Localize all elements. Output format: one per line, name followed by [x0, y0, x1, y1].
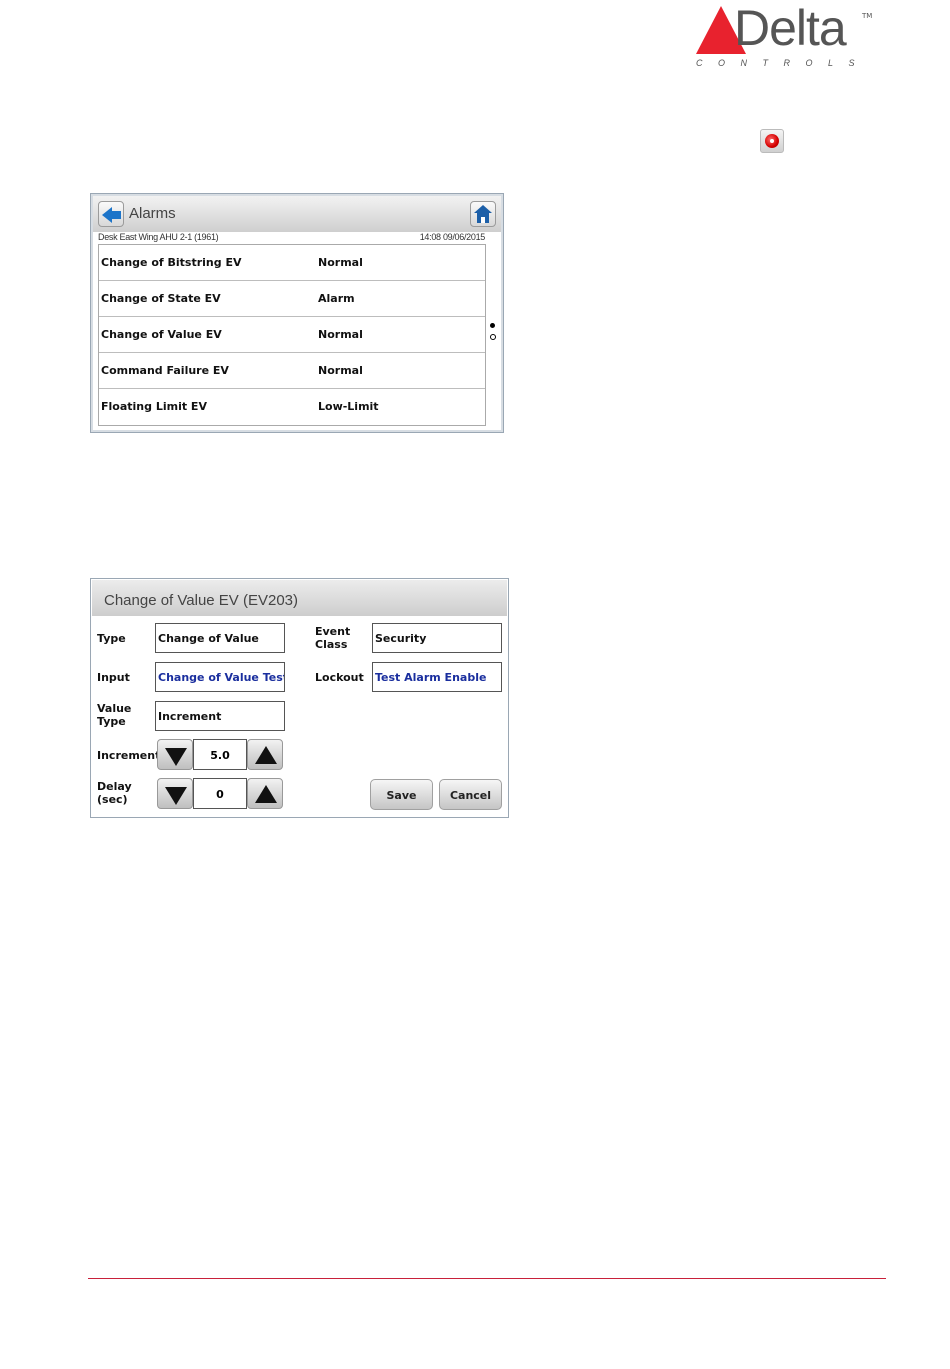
delta-controls-logo: Delta TM CONTROLS — [694, 0, 874, 70]
increment-value[interactable]: 5.0 — [193, 739, 247, 770]
alarm-name: Change of Bitstring EV — [101, 256, 242, 269]
save-button[interactable]: Save — [370, 779, 433, 810]
alarm-state: Low-Limit — [318, 400, 379, 413]
input-field[interactable]: Change of Value Test A — [155, 662, 285, 692]
event-header: Change of Value EV (EV203) — [92, 580, 507, 616]
delay-increase-button[interactable] — [247, 778, 283, 809]
alarms-subheader: Desk East Wing AHU 2-1 (1961) 14:08 09/0… — [98, 232, 485, 244]
page-title: Change of Value EV (EV203) — [104, 592, 299, 609]
alarm-row-4[interactable]: Floating Limit EV Low-Limit — [99, 389, 485, 425]
alarm-state: Normal — [318, 256, 363, 269]
increment-decrease-button[interactable] — [157, 739, 193, 770]
logo-subtitle: CONTROLS — [696, 58, 871, 68]
alarm-row-3[interactable]: Command Failure EV Normal — [99, 353, 485, 389]
alarms-header: Alarms — [93, 196, 501, 232]
footer-divider — [88, 1278, 886, 1279]
delay-label: Delay (sec) — [97, 780, 132, 806]
logo-word: Delta — [734, 0, 847, 56]
value-type-label-line2: Type — [97, 715, 126, 728]
lockout-field[interactable]: Test Alarm Enable — [372, 662, 502, 692]
event-class-label-line2: Class — [315, 638, 348, 651]
alarm-name: Floating Limit EV — [101, 400, 207, 413]
home-icon — [474, 205, 492, 213]
increment-stepper: 5.0 — [157, 739, 283, 770]
back-button[interactable] — [98, 201, 124, 227]
alarm-row-0[interactable]: Change of Bitstring EV Normal — [99, 245, 485, 281]
triangle-down-icon — [165, 787, 187, 805]
delay-value[interactable]: 0 — [193, 778, 247, 809]
triangle-up-icon — [255, 746, 277, 764]
lockout-label: Lockout — [315, 671, 364, 684]
type-label: Type — [97, 632, 126, 645]
alarm-row-1[interactable]: Change of State EV Alarm — [99, 281, 485, 317]
datetime: 14:08 09/06/2015 — [419, 232, 486, 242]
delay-label-line2: (sec) — [97, 793, 128, 806]
alarm-row-2[interactable]: Change of Value EV Normal — [99, 317, 485, 353]
value-type-field[interactable]: Increment — [155, 701, 285, 731]
alarm-name: Change of Value EV — [101, 328, 222, 341]
alarm-indicator-icon — [760, 129, 784, 153]
alarms-list: Change of Bitstring EV Normal Change of … — [98, 244, 486, 426]
event-class-field[interactable]: Security — [372, 623, 502, 653]
home-button[interactable] — [470, 201, 496, 227]
delay-stepper: 0 — [157, 778, 283, 809]
alarms-screen: Alarms Desk East Wing AHU 2-1 (1961) 14:… — [90, 193, 504, 433]
event-class-label-line1: Event — [315, 625, 351, 638]
type-field[interactable]: Change of Value — [155, 623, 285, 653]
input-label: Input — [97, 671, 130, 684]
alarm-name: Command Failure EV — [101, 364, 229, 377]
alarm-state: Normal — [318, 328, 363, 341]
delay-label-line1: Delay — [97, 780, 132, 793]
alarm-state: Alarm — [318, 292, 355, 305]
event-editor-screen: Change of Value EV (EV203) Type Change o… — [90, 578, 509, 818]
page-title: Alarms — [129, 205, 176, 222]
alarm-name: Change of State EV — [101, 292, 221, 305]
delay-decrease-button[interactable] — [157, 778, 193, 809]
page-indicator[interactable] — [489, 322, 497, 342]
event-class-label: Event Class — [315, 625, 350, 651]
logo-trademark: TM — [862, 12, 873, 20]
triangle-up-icon — [255, 785, 277, 803]
value-type-label: Value Type — [97, 702, 131, 728]
increment-label: Increment — [97, 749, 161, 762]
triangle-down-icon — [165, 748, 187, 766]
alarm-state: Normal — [318, 364, 363, 377]
cancel-button[interactable]: Cancel — [439, 779, 502, 810]
increment-increase-button[interactable] — [247, 739, 283, 770]
value-type-label-line1: Value — [97, 702, 132, 715]
device-name: Desk East Wing AHU 2-1 (1961) — [98, 232, 219, 242]
